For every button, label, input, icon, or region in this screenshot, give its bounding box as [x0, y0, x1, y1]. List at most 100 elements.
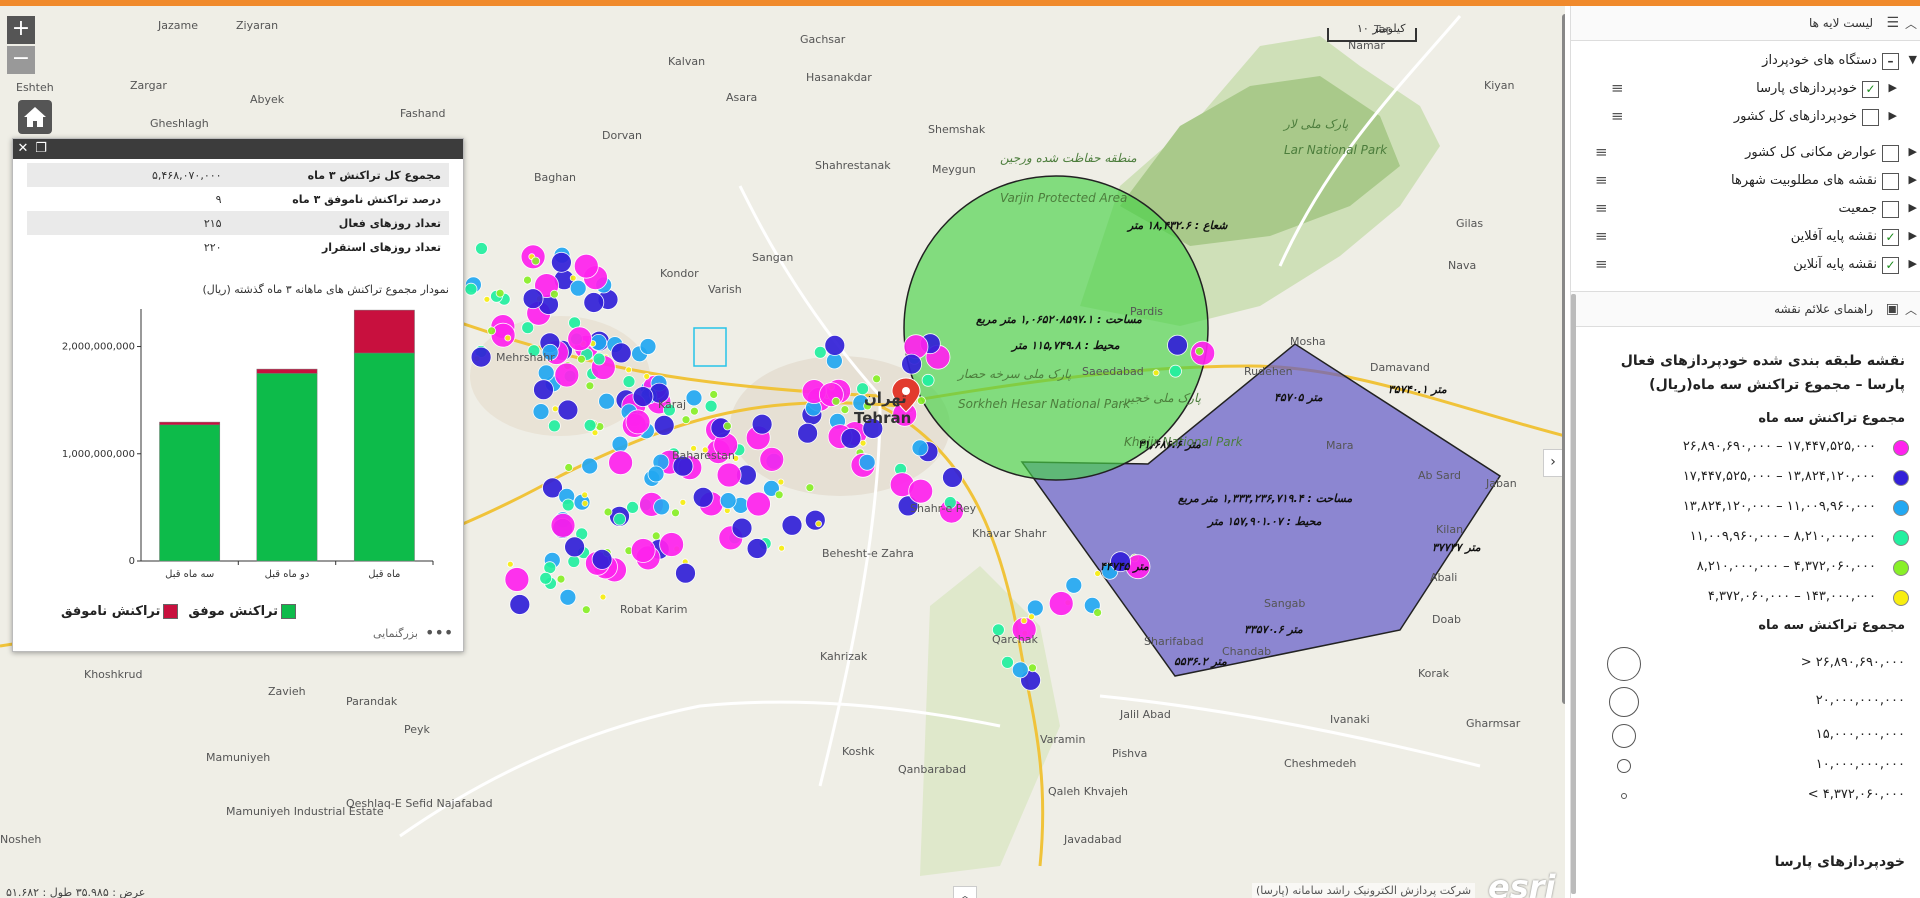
atm-point[interactable] — [537, 364, 555, 382]
atm-point[interactable] — [504, 567, 530, 592]
chevron-right-icon[interactable]: ▶ — [1909, 257, 1917, 270]
atm-point[interactable] — [1028, 613, 1035, 621]
layer-checkbox[interactable] — [1882, 201, 1899, 218]
atm-point[interactable] — [1020, 617, 1028, 625]
atm-point[interactable] — [569, 279, 587, 297]
atm-point[interactable] — [603, 507, 613, 517]
atm-point[interactable] — [551, 251, 572, 273]
atm-point[interactable] — [599, 593, 607, 601]
layer-checkbox[interactable] — [1882, 145, 1899, 162]
bar-segment[interactable] — [353, 309, 415, 354]
layer-checkbox[interactable] — [1882, 173, 1899, 190]
atm-point[interactable] — [777, 478, 785, 486]
layers-panel-header[interactable]: ︿ ☰ لیست لایه ها — [1571, 6, 1920, 41]
atm-point[interactable] — [681, 415, 691, 425]
chevron-right-icon[interactable]: ▶ — [1889, 109, 1897, 122]
layer-item[interactable]: ▶ خودپردازهای کل کشور ≡ — [1571, 103, 1920, 131]
atm-point[interactable] — [625, 366, 633, 374]
atm-point[interactable] — [1011, 661, 1029, 679]
atm-point[interactable] — [581, 491, 589, 499]
atm-point[interactable] — [908, 478, 934, 504]
atm-point[interactable] — [533, 379, 554, 401]
layer-checkbox[interactable]: – — [1882, 53, 1899, 70]
atm-point[interactable] — [671, 508, 680, 518]
atm-point[interactable] — [550, 289, 559, 299]
atm-point[interactable] — [1026, 599, 1044, 617]
atm-point[interactable] — [581, 457, 599, 475]
chevron-right-icon[interactable]: ▶ — [1889, 81, 1897, 94]
layer-menu-icon[interactable]: ≡ — [1611, 79, 1624, 97]
atm-point[interactable] — [591, 549, 613, 570]
bar-segment[interactable] — [353, 352, 415, 562]
atm-point[interactable] — [630, 538, 656, 563]
atm-point[interactable] — [598, 392, 615, 410]
atm-point[interactable] — [692, 486, 714, 508]
atm-point[interactable] — [647, 465, 665, 483]
atm-point[interactable] — [1195, 346, 1204, 356]
atm-point[interactable] — [509, 594, 531, 615]
chevron-right-icon[interactable]: ▶ — [1909, 145, 1917, 158]
atm-point[interactable] — [639, 338, 657, 355]
panel-scrollbar[interactable] — [1571, 294, 1576, 894]
atm-point[interactable] — [1048, 591, 1074, 616]
collapse-toggle-button[interactable]: ︿ — [953, 886, 977, 898]
atm-point[interactable] — [1152, 369, 1160, 377]
atm-point[interactable] — [554, 362, 580, 388]
atm-point[interactable] — [746, 491, 771, 517]
layer-menu-icon[interactable]: ≡ — [1611, 107, 1624, 125]
atm-point[interactable] — [1065, 576, 1083, 594]
layer-item[interactable]: ▶ نقشه های مطلوبیت شهرها ≡ — [1571, 167, 1920, 195]
atm-point[interactable] — [581, 605, 591, 615]
atm-point[interactable] — [1001, 656, 1014, 669]
atm-point[interactable] — [1169, 364, 1182, 378]
atm-point[interactable] — [626, 500, 639, 514]
bar-segment[interactable] — [159, 421, 221, 426]
atm-point[interactable] — [483, 295, 491, 303]
atm-point[interactable] — [532, 403, 550, 421]
bar-segment[interactable] — [256, 373, 318, 562]
panel-toggle-button[interactable]: › — [1543, 449, 1563, 477]
atm-point[interactable] — [504, 334, 512, 342]
close-icon[interactable]: ✕ — [15, 141, 31, 157]
atm-point[interactable] — [704, 399, 718, 413]
atm-point[interactable] — [550, 513, 576, 538]
atm-point[interactable] — [583, 292, 605, 313]
atm-point[interactable] — [551, 405, 559, 413]
atm-point[interactable] — [611, 435, 629, 453]
atm-point[interactable] — [475, 242, 488, 255]
atm-point[interactable] — [531, 256, 541, 266]
zoom-in-button[interactable]: + — [7, 16, 35, 44]
atm-point[interactable] — [625, 409, 651, 435]
atm-point[interactable] — [585, 381, 595, 391]
atm-point[interactable] — [917, 396, 926, 406]
layer-checkbox[interactable]: ✓ — [1862, 81, 1879, 98]
zoom-out-button[interactable]: − — [7, 46, 35, 74]
layer-item[interactable]: ▼ – دستگاه های خودپرداز — [1571, 47, 1920, 75]
atm-point[interactable] — [561, 498, 575, 512]
atm-point[interactable] — [583, 418, 597, 432]
atm-point[interactable] — [859, 439, 867, 447]
atm-point[interactable] — [781, 514, 803, 536]
atm-point[interactable] — [751, 413, 773, 435]
atm-point[interactable] — [495, 288, 505, 298]
atm-point[interactable] — [564, 463, 574, 472]
atm-point[interactable] — [1167, 334, 1188, 356]
atm-point[interactable] — [577, 354, 586, 364]
layer-menu-icon[interactable]: ≡ — [1595, 255, 1608, 273]
atm-point[interactable] — [543, 561, 557, 575]
atm-point[interactable] — [804, 509, 826, 531]
atm-point[interactable] — [567, 555, 581, 568]
atm-point[interactable] — [797, 422, 818, 444]
layer-item[interactable]: ▶ جمعیت ≡ — [1571, 195, 1920, 223]
chevron-down-icon[interactable]: ▼ — [1909, 53, 1917, 66]
bar-segment[interactable] — [159, 424, 221, 562]
layer-checkbox[interactable] — [1862, 109, 1879, 126]
layer-item[interactable]: ▶ ✓ نقشه پایه آنلاین ≡ — [1571, 251, 1920, 279]
atm-point[interactable] — [653, 414, 675, 436]
atm-point[interactable] — [539, 571, 553, 585]
layer-menu-icon[interactable]: ≡ — [1595, 143, 1608, 161]
atm-point[interactable] — [716, 462, 742, 488]
atm-point[interactable] — [557, 399, 579, 421]
layer-checkbox[interactable]: ✓ — [1882, 257, 1899, 274]
atm-point[interactable] — [521, 321, 535, 335]
